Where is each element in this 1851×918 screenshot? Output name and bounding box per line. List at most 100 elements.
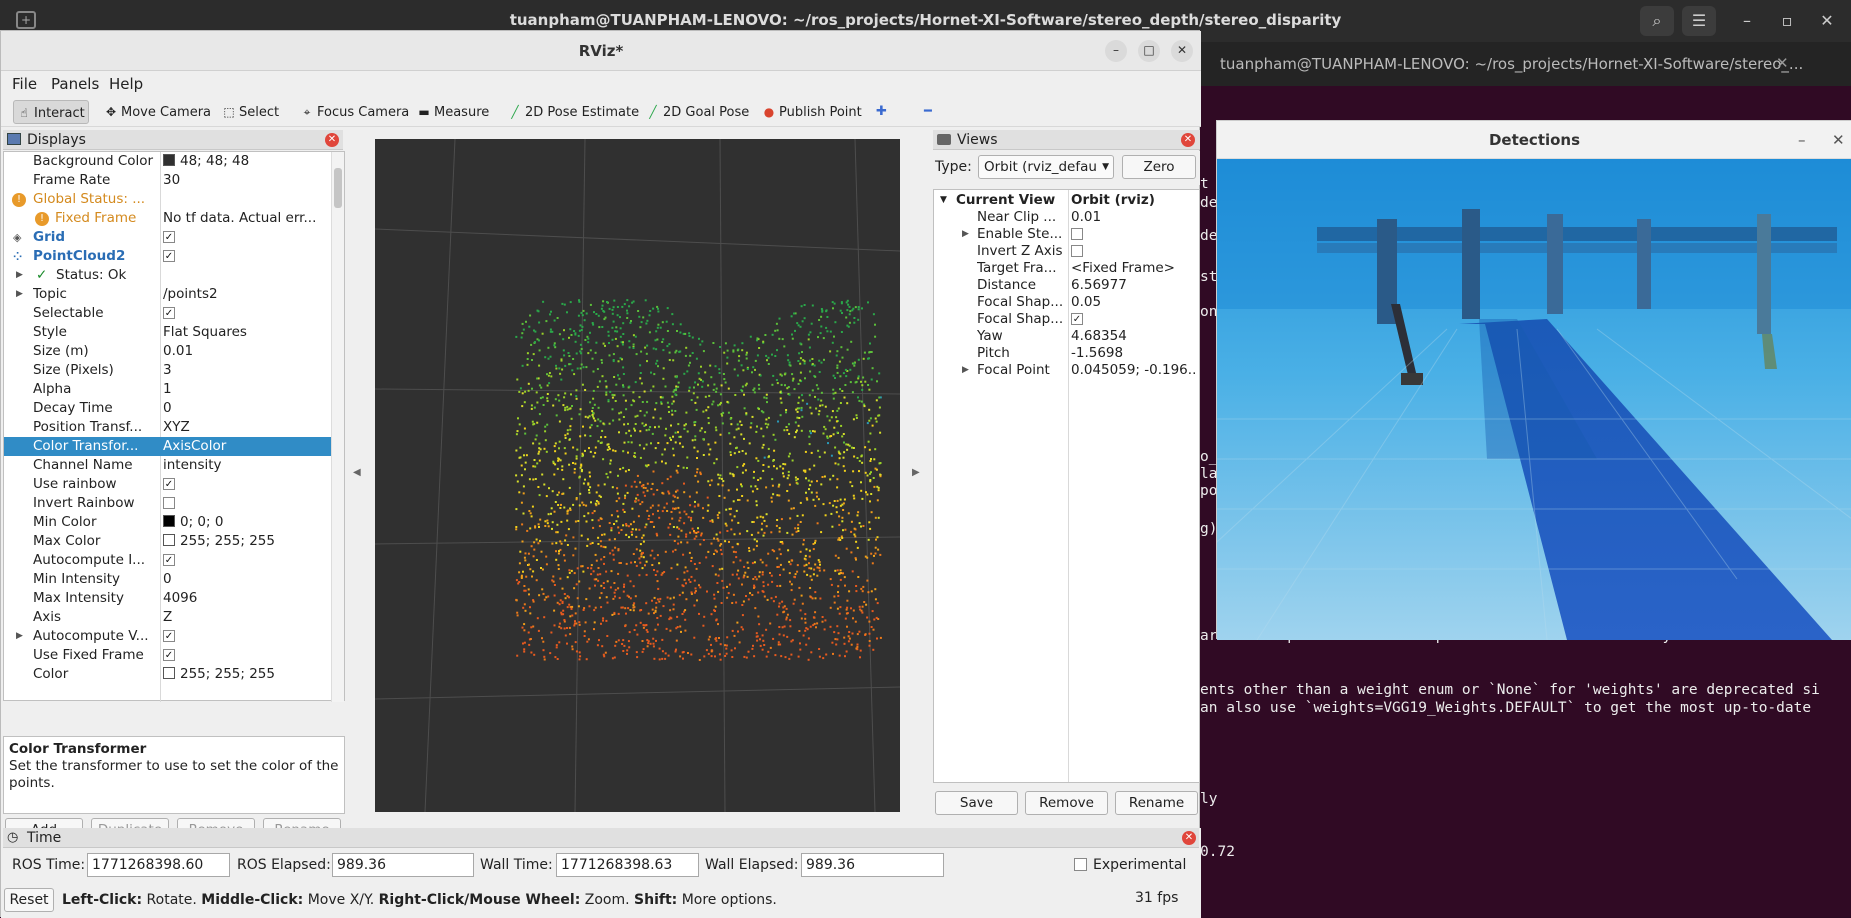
display-property-row[interactable]: Frame Rate 30 bbox=[4, 171, 331, 190]
property-value[interactable]: 0.05 bbox=[1071, 294, 1197, 311]
property-value[interactable]: ✓ bbox=[163, 304, 330, 323]
use-fixed-frame-checkbox[interactable]: ✓ bbox=[163, 649, 175, 661]
view-property-row[interactable]: Target Fra... <Fixed Frame> bbox=[934, 260, 1199, 277]
rename-button[interactable]: Rename bbox=[1115, 791, 1198, 815]
property-value[interactable]: ✓ bbox=[1071, 311, 1197, 328]
property-value[interactable]: XYZ bbox=[163, 418, 330, 437]
property-value[interactable]: intensity bbox=[163, 456, 330, 475]
experimental-checkbox[interactable] bbox=[1074, 858, 1087, 871]
reset-button[interactable]: Reset bbox=[4, 888, 54, 912]
property-value[interactable] bbox=[163, 494, 330, 513]
wall-time-field[interactable]: 1771268398.63 bbox=[556, 853, 699, 877]
focal-shape-checkbox[interactable]: ✓ bbox=[1071, 313, 1083, 325]
expand-arrow-icon[interactable]: ▶ bbox=[962, 362, 969, 379]
property-value[interactable]: 0.01 bbox=[163, 342, 330, 361]
display-property-row[interactable]: ◈ Grid ✓ bbox=[4, 228, 331, 247]
display-property-row[interactable]: Axis Z bbox=[4, 608, 331, 627]
close-icon[interactable]: ✕ bbox=[1181, 133, 1195, 147]
goal-pose-tool[interactable]: ╱ 2D Goal Pose bbox=[643, 100, 749, 124]
wall-elapsed-field[interactable]: 989.36 bbox=[801, 853, 944, 877]
terminal-tab[interactable]: tuanpham@TUANPHAM-LENOVO: ~/ros_projects… bbox=[1200, 42, 1851, 86]
expand-arrow-icon[interactable]: ▶ bbox=[16, 285, 23, 304]
minimize-icon[interactable]: – bbox=[1798, 121, 1806, 159]
add-tool-icon[interactable]: ✚ bbox=[873, 100, 887, 124]
display-property-row[interactable]: ▶ Topic/points2 bbox=[4, 285, 331, 304]
expand-arrow-icon[interactable]: ▶ bbox=[16, 266, 23, 285]
view-property-row[interactable]: Pitch -1.5698 bbox=[934, 345, 1199, 362]
view-property-row[interactable]: Distance 6.56977 bbox=[934, 277, 1199, 294]
view-property-row[interactable]: Focal Shap... ✓ bbox=[934, 311, 1199, 328]
property-value[interactable]: 255; 255; 255 bbox=[163, 665, 330, 684]
property-value[interactable]: 0 bbox=[163, 570, 330, 589]
display-property-row[interactable]: ! Fixed Frame No tf data. Actual err... bbox=[4, 209, 331, 228]
detections-window[interactable]: Detections – ✕ bbox=[1216, 120, 1851, 640]
menu-help[interactable]: Help bbox=[109, 75, 143, 93]
display-property-row[interactable]: Selectable ✓ bbox=[4, 304, 331, 323]
property-value[interactable]: 0.01 bbox=[1071, 209, 1197, 226]
property-value[interactable]: ✓ bbox=[163, 551, 330, 570]
property-value[interactable]: Z bbox=[163, 608, 330, 627]
move-camera-tool[interactable]: ✥ Move Camera bbox=[101, 100, 211, 124]
property-value[interactable]: 0 bbox=[163, 399, 330, 418]
views-tree[interactable]: ▼ Current View Orbit (rviz) Near Clip ... 0… bbox=[933, 189, 1200, 783]
property-value[interactable] bbox=[1071, 226, 1197, 243]
view-property-row[interactable]: Invert Z Axis bbox=[934, 243, 1199, 260]
view-property-row[interactable]: Focal Shap... 0.05 bbox=[934, 294, 1199, 311]
close-icon[interactable]: ✕ bbox=[1810, 6, 1844, 36]
display-property-row[interactable]: Invert Rainbow bbox=[4, 494, 331, 513]
selectable-checkbox[interactable]: ✓ bbox=[163, 307, 175, 319]
property-value[interactable]: ✓ bbox=[163, 247, 330, 266]
property-value[interactable]: 0; 0; 0 bbox=[163, 513, 330, 532]
display-property-row[interactable]: Min Color 0; 0; 0 bbox=[4, 513, 331, 532]
display-property-row[interactable]: Color 255; 255; 255 bbox=[4, 665, 331, 684]
property-value[interactable]: AxisColor bbox=[163, 437, 330, 456]
property-value[interactable]: ✓ bbox=[163, 646, 330, 665]
use-rainbow-checkbox[interactable]: ✓ bbox=[163, 478, 175, 490]
display-property-row[interactable]: Decay Time 0 bbox=[4, 399, 331, 418]
current-view-row[interactable]: ▼ Current View Orbit (rviz) bbox=[934, 192, 1199, 209]
view-type-select[interactable]: Orbit (rviz_defau ▼ bbox=[978, 155, 1114, 179]
display-property-row[interactable]: Max Color 255; 255; 255 bbox=[4, 532, 331, 551]
menu-file[interactable]: File bbox=[12, 75, 37, 93]
display-property-row-selected[interactable]: Color Transfor... AxisColor bbox=[4, 437, 331, 456]
property-value[interactable]: 3 bbox=[163, 361, 330, 380]
property-value[interactable]: ✓ bbox=[163, 475, 330, 494]
ros-elapsed-field[interactable]: 989.36 bbox=[332, 853, 474, 877]
hamburger-menu-icon[interactable]: ☰ bbox=[1682, 6, 1716, 36]
property-value[interactable]: Flat Squares bbox=[163, 323, 330, 342]
tab-close-icon[interactable]: ✕ bbox=[1776, 54, 1789, 72]
property-value[interactable]: 6.56977 bbox=[1071, 277, 1197, 294]
rviz-window[interactable]: RViz* – □ ✕ File Panels Help ☝ Interact ✥… bbox=[0, 30, 1201, 918]
collapse-left-arrow-icon[interactable]: ◀ bbox=[353, 467, 361, 478]
rviz-title-bar[interactable]: RViz* – □ ✕ bbox=[1, 31, 1201, 71]
interact-tool[interactable]: ☝ Interact bbox=[13, 100, 89, 124]
display-property-row[interactable]: Use rainbow ✓ bbox=[4, 475, 331, 494]
render-viewport[interactable] bbox=[375, 139, 900, 812]
displays-scrollbar[interactable] bbox=[331, 152, 344, 702]
display-property-row[interactable]: Size (Pixels) 3 bbox=[4, 361, 331, 380]
remove-button[interactable]: Remove bbox=[1025, 791, 1108, 815]
search-icon[interactable]: ⌕ bbox=[1640, 6, 1674, 36]
zero-button[interactable]: Zero bbox=[1122, 155, 1196, 179]
expand-arrow-icon[interactable]: ▶ bbox=[962, 226, 969, 243]
select-tool[interactable]: ⬚ Select bbox=[219, 100, 279, 124]
close-icon[interactable]: ✕ bbox=[1171, 40, 1193, 62]
invert-rainbow-checkbox[interactable] bbox=[163, 497, 175, 509]
display-property-row[interactable]: ! Global Status: ... bbox=[4, 190, 331, 209]
scrollbar-thumb[interactable] bbox=[334, 168, 342, 208]
pose-estimate-tool[interactable]: ╱ 2D Pose Estimate bbox=[505, 100, 639, 124]
display-property-row[interactable]: Autocompute I... ✓ bbox=[4, 551, 331, 570]
maximize-icon[interactable]: ▫ bbox=[1770, 6, 1804, 36]
detections-title-bar[interactable]: Detections – ✕ bbox=[1217, 121, 1851, 159]
collapse-right-arrow-icon[interactable]: ▶ bbox=[912, 467, 920, 478]
property-value[interactable]: 1 bbox=[163, 380, 330, 399]
view-property-row[interactable]: Near Clip ... 0.01 bbox=[934, 209, 1199, 226]
property-value[interactable]: ✓ bbox=[163, 627, 330, 646]
property-value[interactable]: 4096 bbox=[163, 589, 330, 608]
display-property-row[interactable]: Size (m) 0.01 bbox=[4, 342, 331, 361]
ros-time-field[interactable]: 1771268398.60 bbox=[87, 853, 230, 877]
property-value[interactable]: 4.68354 bbox=[1071, 328, 1197, 345]
display-property-row[interactable]: Min Intensity 0 bbox=[4, 570, 331, 589]
property-value[interactable]: /points2 bbox=[163, 285, 330, 304]
view-property-row[interactable]: Yaw 4.68354 bbox=[934, 328, 1199, 345]
